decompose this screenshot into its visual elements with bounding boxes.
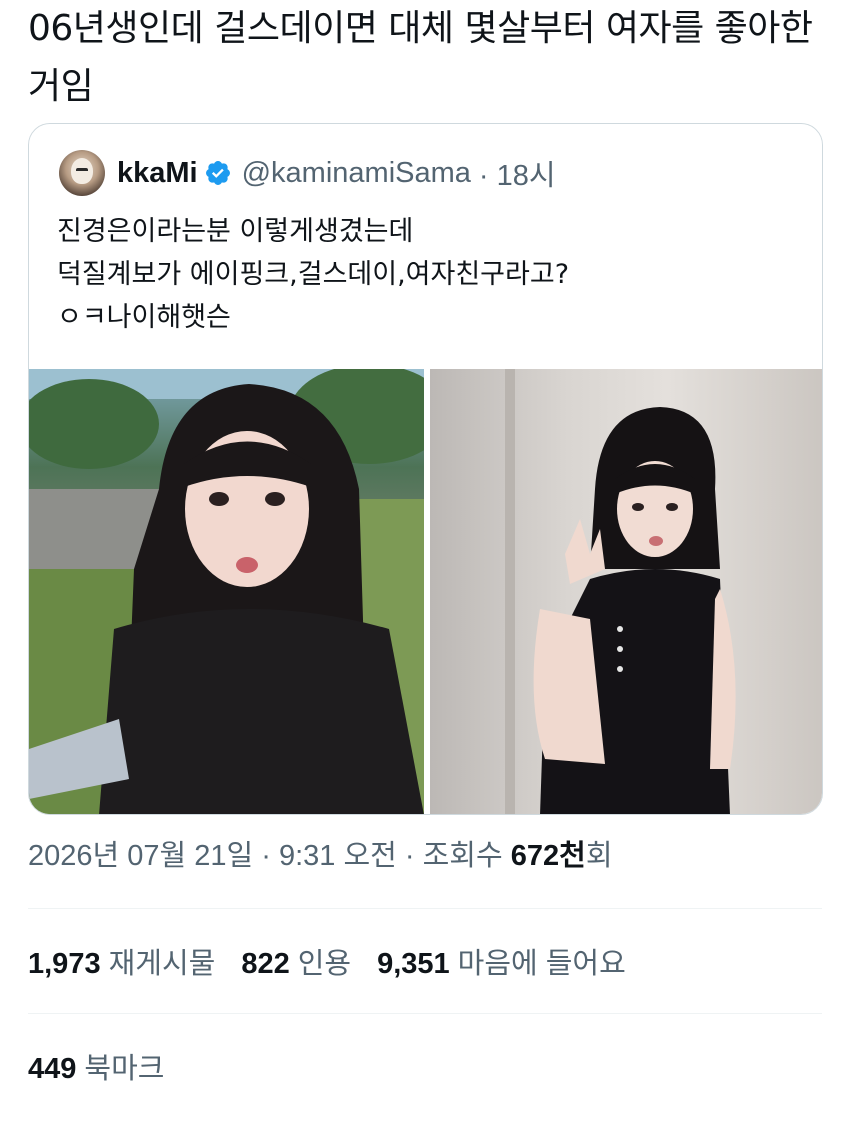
bookmarks-stat[interactable]: 449 북마크: [28, 1045, 164, 1087]
quoted-tweet-header: kkaMi @kaminamiSama · 18시: [59, 148, 556, 198]
quotes-stat[interactable]: 822 인용: [241, 940, 351, 982]
user-handle[interactable]: @kaminamiSama: [242, 157, 471, 190]
photo-wall-pose-illustration: [505, 369, 736, 814]
likes-stat[interactable]: 9,351 마음에 들어요: [377, 940, 626, 982]
views-label: 조회수: [422, 840, 511, 872]
quotes-label: 인용: [297, 948, 352, 980]
bookmarks-count: 449: [28, 1053, 77, 1085]
photo-park-selfie-illustration: [29, 369, 424, 814]
verified-badge-icon: [205, 161, 230, 185]
photo-wall-pose[interactable]: [430, 369, 822, 814]
post-text: 06년생인데 걸스데이면 대체 몇살부터 여자를 좋아한거임: [28, 8, 813, 107]
display-name[interactable]: kkaMi: [117, 157, 198, 190]
post-time-of-day: 9:31 오전: [278, 840, 397, 872]
retweets-count: 1,973: [28, 948, 101, 980]
media-grid: [29, 369, 822, 814]
quoted-tweet-text: 진경은이라는분 이렇게생겼는데 덕질계보가 에이핑크,걸스데이,여자친구라고? …: [57, 210, 797, 339]
quotes-count: 822: [241, 948, 290, 980]
likes-count: 9,351: [377, 948, 450, 980]
likes-label: 마음에 들어요: [457, 948, 626, 980]
quoted-line-2: 덕질계보가 에이핑크,걸스데이,여자친구라고?: [57, 259, 570, 290]
views-suffix: 회: [585, 840, 613, 872]
cat-avatar-icon[interactable]: [59, 150, 105, 196]
views-count: 672천: [510, 840, 586, 872]
post-timestamp[interactable]: 2026년 07월 21일 · 9:31 오전 · 조회수 672천회: [28, 832, 613, 874]
quoted-line-1: 진경은이라는분 이렇게생겼는데: [57, 216, 414, 247]
divider: [28, 1013, 822, 1014]
quoted-tweet-card[interactable]: kkaMi @kaminamiSama · 18시 진경은이라는분 이렇게생겼는…: [28, 123, 823, 815]
bookmarks-label: 북마크: [84, 1053, 165, 1085]
retweets-label: 재게시물: [108, 948, 216, 980]
post-date: 2026년 07월 21일: [28, 840, 254, 872]
meta-separator: ·: [396, 840, 423, 872]
meta-separator: ·: [253, 840, 279, 872]
photo-park-selfie[interactable]: [29, 369, 424, 814]
quoted-line-3: ㅇㅋ나이해햇슨: [57, 302, 231, 333]
divider: [28, 908, 822, 909]
post-time[interactable]: · 18시: [479, 152, 556, 194]
engagement-stats: 1,973 재게시물 822 인용 9,351 마음에 들어요: [28, 940, 626, 982]
retweets-stat[interactable]: 1,973 재게시물: [28, 940, 215, 982]
